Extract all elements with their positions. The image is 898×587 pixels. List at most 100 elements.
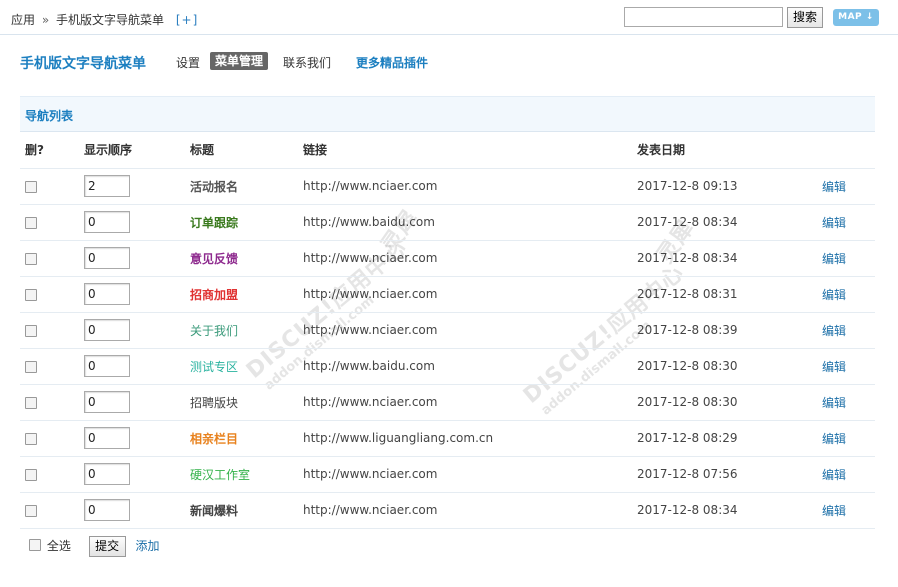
- row-cell-order: 0: [84, 456, 190, 493]
- edit-link[interactable]: 编辑: [822, 324, 846, 338]
- search-input[interactable]: [624, 7, 783, 27]
- publish-date: 2017-12-8 09:13: [637, 179, 738, 193]
- add-link[interactable]: 添加: [136, 539, 160, 553]
- row-cell-edit: 编辑: [822, 204, 875, 241]
- row-cell-link: http://www.nciaer.com: [303, 276, 637, 313]
- order-input[interactable]: 0: [84, 391, 130, 413]
- edit-link[interactable]: 编辑: [822, 432, 846, 446]
- breadcrumb: 应用 » 手机版文字导航菜单 [+]: [11, 11, 198, 28]
- table-row: 0 硬汉工作室 http://www.nciaer.com 2017-12-8 07:…: [20, 456, 875, 493]
- row-cell-edit: 编辑: [822, 240, 875, 277]
- table-row: 0 测试专区 http://www.baidu.com 2017-12-8 08:30…: [20, 348, 875, 385]
- row-cell-date: 2017-12-8 08:30: [637, 384, 822, 421]
- row-cell-link: http://www.nciaer.com: [303, 492, 637, 529]
- row-cell-title: 招聘版块: [190, 384, 303, 421]
- publish-date: 2017-12-8 08:30: [637, 359, 738, 373]
- tab-contact-us[interactable]: 联系我们: [283, 54, 331, 71]
- col-date-header: 发表日期: [637, 132, 822, 169]
- row-cell-link: http://www.nciaer.com: [303, 456, 637, 493]
- table-row: 0 关于我们 http://www.nciaer.com 2017-12-8 08:3…: [20, 312, 875, 349]
- delete-checkbox[interactable]: [25, 288, 37, 301]
- delete-checkbox[interactable]: [25, 360, 37, 373]
- delete-checkbox[interactable]: [25, 504, 37, 517]
- row-cell-order: 0: [84, 276, 190, 313]
- menu-link: http://www.liguangliang.com.cn: [303, 431, 494, 445]
- order-input[interactable]: 0: [84, 355, 130, 377]
- row-cell-delete: [20, 204, 84, 241]
- delete-checkbox[interactable]: [25, 180, 37, 193]
- order-input[interactable]: 0: [84, 463, 130, 485]
- row-cell-link: http://www.nciaer.com: [303, 312, 637, 349]
- order-input[interactable]: 2: [84, 175, 130, 197]
- edit-link[interactable]: 编辑: [822, 360, 846, 374]
- row-cell-link: http://www.liguangliang.com.cn: [303, 420, 637, 457]
- row-cell-date: 2017-12-8 08:34: [637, 240, 822, 277]
- submit-button[interactable]: 提交: [88, 536, 126, 557]
- menu-title: 关于我们: [190, 323, 239, 338]
- search-button[interactable]: 搜索: [787, 7, 823, 28]
- publish-date: 2017-12-8 08:34: [637, 503, 738, 517]
- nav-list-title: 导航列表: [25, 109, 74, 123]
- order-input[interactable]: 0: [84, 427, 130, 449]
- row-cell-link: http://www.baidu.com: [303, 348, 637, 385]
- row-cell-title: 活动报名: [190, 168, 303, 205]
- menu-link: http://www.nciaer.com: [303, 395, 438, 409]
- delete-checkbox[interactable]: [25, 396, 37, 409]
- row-cell-date: 2017-12-8 08:29: [637, 420, 822, 457]
- row-cell-link: http://www.baidu.com: [303, 204, 637, 241]
- plugin-nav: 手机版文字导航菜单 设置 菜单管理 联系我们 更多精品插件: [0, 36, 898, 86]
- menu-link: http://www.nciaer.com: [303, 179, 438, 193]
- delete-checkbox[interactable]: [25, 216, 37, 229]
- edit-link[interactable]: 编辑: [822, 468, 846, 482]
- delete-checkbox[interactable]: [25, 324, 37, 337]
- publish-date: 2017-12-8 08:34: [637, 251, 738, 265]
- edit-link[interactable]: 编辑: [822, 288, 846, 302]
- delete-checkbox[interactable]: [25, 432, 37, 445]
- edit-link[interactable]: 编辑: [822, 396, 846, 410]
- tab-menu-management[interactable]: 菜单管理: [210, 52, 269, 70]
- edit-link[interactable]: 编辑: [822, 252, 846, 266]
- menu-title: 订单跟踪: [190, 215, 239, 230]
- row-cell-date: 2017-12-8 08:34: [637, 492, 822, 529]
- row-cell-order: 2: [84, 168, 190, 205]
- breadcrumb-app-link[interactable]: 应用: [11, 13, 35, 27]
- row-cell-title: 订单跟踪: [190, 204, 303, 241]
- row-cell-delete: [20, 240, 84, 277]
- row-cell-edit: 编辑: [822, 384, 875, 421]
- row-cell-edit: 编辑: [822, 276, 875, 313]
- order-input[interactable]: 0: [84, 283, 130, 305]
- map-button[interactable]: MAP ↓: [833, 9, 879, 26]
- row-cell-date: 2017-12-8 08:31: [637, 276, 822, 313]
- row-cell-edit: 编辑: [822, 348, 875, 385]
- menu-title: 活动报名: [190, 179, 239, 194]
- edit-link[interactable]: 编辑: [822, 216, 846, 230]
- order-input[interactable]: 0: [84, 247, 130, 269]
- row-cell-date: 2017-12-8 07:56: [637, 456, 822, 493]
- delete-checkbox[interactable]: [25, 468, 37, 481]
- order-input[interactable]: 0: [84, 211, 130, 233]
- tab-more-plugins[interactable]: 更多精品插件: [356, 54, 428, 71]
- row-cell-title: 关于我们: [190, 312, 303, 349]
- row-cell-title: 测试专区: [190, 348, 303, 385]
- col-order-header: 显示顺序: [84, 132, 190, 169]
- menu-link: http://www.nciaer.com: [303, 467, 438, 481]
- breadcrumb-separator: »: [41, 13, 50, 27]
- add-to-menu-link[interactable]: [+]: [176, 13, 198, 27]
- row-cell-order: 0: [84, 348, 190, 385]
- publish-date: 2017-12-8 08:31: [637, 287, 738, 301]
- menu-title: 硬汉工作室: [190, 467, 251, 482]
- row-cell-date: 2017-12-8 08:30: [637, 348, 822, 385]
- row-cell-link: http://www.nciaer.com: [303, 240, 637, 277]
- table-row: 0 意见反馈 http://www.nciaer.com 2017-12-8 08:3…: [20, 240, 875, 277]
- order-input[interactable]: 0: [84, 319, 130, 341]
- order-input[interactable]: 0: [84, 499, 130, 521]
- nav-table: 删? 显示顺序 标题 链接 发表日期 2 活动报名 http://www.nciae…: [20, 132, 875, 529]
- tab-settings[interactable]: 设置: [176, 54, 200, 71]
- delete-checkbox[interactable]: [25, 252, 37, 265]
- row-cell-delete: [20, 312, 84, 349]
- edit-link[interactable]: 编辑: [822, 180, 846, 194]
- select-all-checkbox[interactable]: [29, 539, 41, 551]
- row-cell-order: 0: [84, 492, 190, 529]
- edit-link[interactable]: 编辑: [822, 504, 846, 518]
- menu-link: http://www.nciaer.com: [303, 503, 438, 517]
